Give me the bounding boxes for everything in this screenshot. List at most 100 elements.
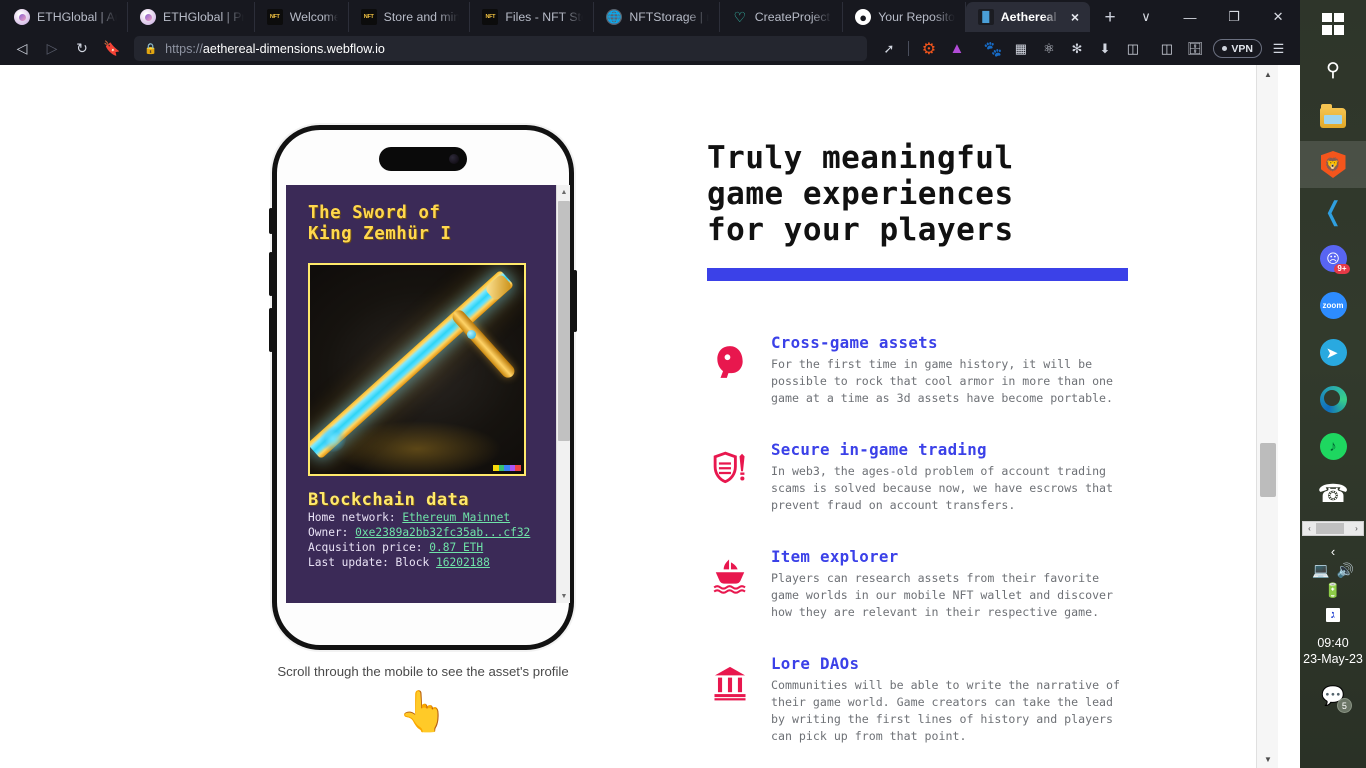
tab-title: Store and mint [383,10,460,24]
back-icon[interactable]: ◁ [8,36,36,62]
wallet-icon[interactable]: 🗄 [1181,36,1208,62]
scroll-left-icon[interactable]: ‹ [1303,524,1316,533]
feature-text: In web3, the ages-old problem of account… [771,464,1114,512]
tab-strip: ETHGlobal | Au ETHGlobal | Pri NFT Welco… [0,0,1300,32]
close-tab-icon[interactable]: × [1066,8,1084,26]
file-explorer-button[interactable] [1300,94,1366,141]
vscode-icon: ❬ [1322,196,1344,226]
browser-tab-0[interactable]: ETHGlobal | Au [2,2,129,32]
spotify-button[interactable]: ♪ [1300,423,1366,470]
feature-title: Lore DAOs [771,654,860,673]
row-label: Acqusition price: [308,541,423,554]
maximize-button[interactable]: ❐ [1212,2,1256,32]
phone-screen: The Sword of King Zemhür I Blockchain da… [286,185,570,603]
browser-tab-3[interactable]: NFT Store and mint [349,2,471,32]
nft-storage-icon: NFT [360,9,377,25]
tab-title: CreateProject | [754,10,833,24]
discord-button[interactable]: ☹ 9+ [1300,235,1366,282]
downloads-icon[interactable]: ⬇ [1091,36,1118,62]
windows-logo-icon [1319,10,1347,38]
bookmark-icon[interactable]: 🔖 [98,36,126,62]
page-scroll-down-icon[interactable]: ▼ [1257,750,1279,768]
nft-card: The Sword of King Zemhür I Blockchain da… [286,185,556,603]
split-view-icon[interactable]: ◫ [1119,36,1146,62]
zoom-button[interactable]: zoom [1300,282,1366,329]
taskbar-horizontal-scrollbar[interactable]: ‹ › [1302,521,1364,536]
vpn-button[interactable]: VPN [1213,39,1262,58]
metamask-extension-icon[interactable]: 🐾 [979,36,1006,62]
browser-window: ETHGlobal | Au ETHGlobal | Pri NFT Welco… [0,0,1300,768]
phone-mockup: The Sword of King Zemhür I Blockchain da… [269,125,577,650]
keyboard-layout-indicator[interactable]: ג [1326,608,1340,622]
globe-icon: 🌐 [606,9,623,25]
sidebar-toggle-icon[interactable]: ◫ [1153,36,1180,62]
telegram-button[interactable]: ➤ [1300,329,1366,376]
new-tab-button[interactable]: + [1096,4,1124,32]
tray-row-keyboard: ג [1300,608,1366,622]
battery-charging-icon[interactable]: 🔋 [1324,582,1341,599]
taskbar-scroll-thumb[interactable] [1316,523,1344,534]
browser-menu-icon[interactable]: ☰ [1265,36,1292,62]
phone-scrollbar-thumb[interactable] [558,201,570,441]
feature-item: Cross-game assets For the first time in … [707,333,1132,407]
blockchain-data-heading: Blockchain data [308,490,470,510]
blockchain-row: Owner: 0xe2389a2bb32fc35ab...cf32 [308,525,542,540]
dalle-watermark [493,465,521,471]
whatsapp-icon: ☎ [1317,479,1349,508]
tab-search-icon[interactable]: ∨ [1124,2,1168,32]
web-page: The Sword of King Zemhür I Blockchain da… [0,65,1278,768]
feature-body: Secure in-game trading In web3, the ages… [771,440,1132,514]
browser-toolbar: ◁ ▷ ↻ 🔖 🔒 https://aethereal-dimensions.w… [0,32,1300,65]
close-window-button[interactable]: ✕ [1256,2,1300,32]
sword-crossguard [449,307,518,381]
brave-shields-icon[interactable]: ⚙ [915,36,942,62]
react-devtools-icon[interactable]: ⚛ [1035,36,1062,62]
reload-icon[interactable]: ↻ [68,36,96,62]
phone-scrollbar[interactable]: ▲ ▼ [556,185,570,603]
discord-icon: ☹ 9+ [1319,245,1350,274]
search-button[interactable]: ⚲ [1300,47,1366,94]
edge-button[interactable] [1300,376,1366,423]
browser-tab-8-active[interactable]: █ Aethereal I × [965,2,1091,32]
tap-hand-icon: 👆 [398,690,448,734]
browser-tab-1[interactable]: ETHGlobal | Pri [128,2,255,32]
minimize-button[interactable]: — [1168,2,1212,32]
page-scroll-up-icon[interactable]: ▲ [1257,65,1279,83]
share-icon[interactable]: ➚ [875,36,902,62]
phone-mockup-column: The Sword of King Zemhür I Blockchain da… [262,125,584,735]
notifications-button[interactable]: 💬 5 [1321,684,1352,713]
browser-tab-2[interactable]: NFT Welcome [255,2,349,32]
brave-browser-button[interactable]: 🦁 [1300,141,1366,188]
clock[interactable]: 09:40 23-May-23 [1303,635,1363,667]
scroll-right-icon[interactable]: › [1350,524,1363,533]
row-value-link[interactable]: 0.87 ETH [429,541,483,554]
brave-rewards-icon[interactable]: ▲ [943,36,970,62]
createproject-icon: ♡ [733,9,747,25]
show-hidden-icons-icon[interactable]: ‹ [1331,544,1335,559]
page-title: Truly meaningful game experiences for yo… [707,140,1014,248]
keypad-extension-icon[interactable]: ▦ [1007,36,1034,62]
browser-tab-5[interactable]: 🌐 NFTStorage | n [594,2,720,32]
browser-tab-7[interactable]: ● Your Repositor [843,2,966,32]
network-icon[interactable]: 💻 [1312,562,1329,579]
whatsapp-button[interactable]: ☎ [1300,470,1366,517]
blockchain-row: Acqusition price: 0.87 ETH [308,540,542,555]
row-value-link[interactable]: 16202188 [436,556,490,569]
url-host: aethereal-dimensions.webflow.io [202,41,385,56]
extensions-puzzle-icon[interactable]: ✻ [1063,36,1090,62]
discord-badge: 9+ [1334,264,1350,274]
forward-icon[interactable]: ▷ [38,36,66,62]
row-value-link[interactable]: 0xe2389a2bb32fc35ab...cf32 [355,526,530,539]
blockchain-row: Last update: Block 16202188 [308,555,542,570]
browser-tab-6[interactable]: ♡ CreateProject | [720,2,844,32]
address-bar[interactable]: 🔒 https://aethereal-dimensions.webflow.i… [134,36,868,61]
scroll-up-icon[interactable]: ▲ [557,185,570,199]
vscode-button[interactable]: ❬ [1300,188,1366,235]
browser-tab-4[interactable]: NFT Files - NFT Sto [470,2,595,32]
start-button[interactable] [1300,0,1366,47]
scroll-down-icon[interactable]: ▼ [557,589,570,603]
volume-icon[interactable]: 🔊 [1337,562,1354,579]
row-value-link[interactable]: Ethereum Mainnet [402,511,510,524]
page-scrollbar-thumb[interactable] [1260,443,1276,497]
page-scrollbar[interactable]: ▲ ▼ [1256,65,1278,768]
